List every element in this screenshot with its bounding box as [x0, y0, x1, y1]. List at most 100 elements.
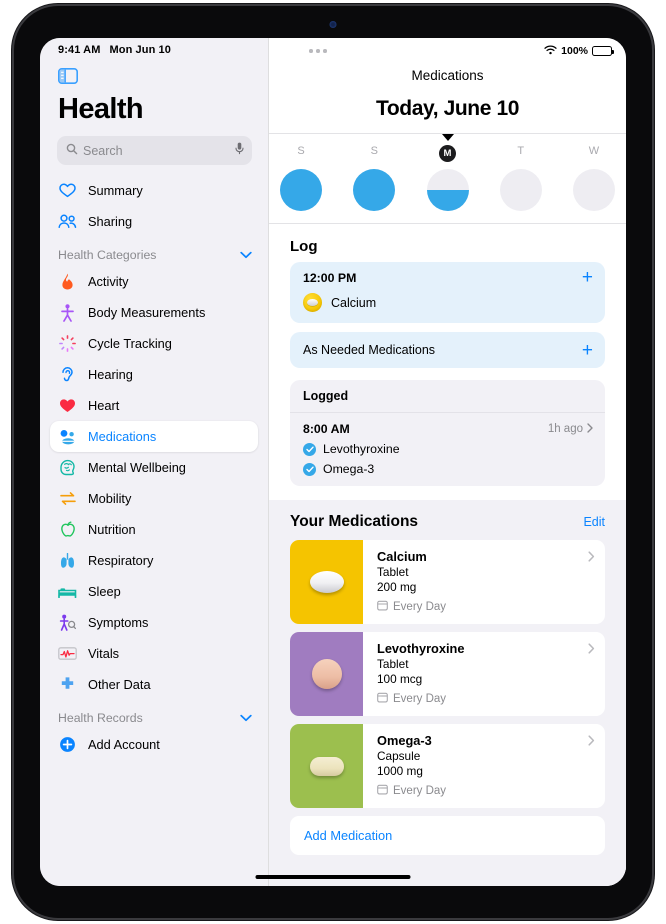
sidebar-item-add-account[interactable]: Add Account	[50, 729, 258, 760]
plus-cross-icon	[58, 675, 77, 694]
sidebar-item-label: Sleep	[88, 584, 121, 599]
day-progress-cell[interactable]	[489, 169, 553, 211]
flame-icon	[58, 272, 77, 291]
day-letter-label: S	[297, 145, 305, 157]
medication-dose: 200 mg	[377, 580, 417, 594]
sidebar-item-respiratory[interactable]: Respiratory	[50, 545, 258, 576]
logged-item-name: Omega-3	[323, 462, 375, 476]
edit-button[interactable]: Edit	[583, 515, 605, 529]
log-upcoming-card[interactable]: 12:00 PM + Calcium	[290, 262, 605, 323]
sidebar-item-cycle-tracking[interactable]: Cycle Tracking	[50, 328, 258, 359]
day-progress-circle	[499, 169, 542, 211]
sidebar-item-activity[interactable]: Activity	[50, 266, 258, 297]
medication-row[interactable]: Omega-3 Capsule 1000 mg Every Day	[290, 724, 605, 808]
lungs-icon	[58, 551, 77, 570]
logged-body[interactable]: 8:00 AM 1h ago Levothyroxine Omega-3	[290, 413, 605, 486]
sidebar-item-label: Vitals	[88, 646, 120, 661]
sidebar-item-vitals[interactable]: Vitals	[50, 638, 258, 669]
medication-name: Omega-3	[377, 733, 432, 748]
sidebar-item-nutrition[interactable]: Nutrition	[50, 514, 258, 545]
search-container: Search	[40, 136, 268, 165]
day-letter[interactable]: S	[342, 145, 406, 162]
logged-time-label: 8:00 AM	[303, 422, 350, 436]
log-time-label: 12:00 PM	[303, 271, 357, 285]
as-needed-card[interactable]: As Needed Medications +	[290, 332, 605, 368]
calendar-icon	[377, 692, 388, 706]
sidebar-item-label: Respiratory	[88, 553, 154, 568]
sidebar-item-sleep[interactable]: Sleep	[50, 576, 258, 607]
day-progress-circle	[426, 169, 469, 211]
page-nav-title: Medications	[411, 68, 484, 83]
day-progress-cell[interactable]	[416, 169, 480, 211]
chevron-right-icon	[588, 734, 595, 749]
sidebar: 9:41 AM Mon Jun 10 Health Search Summary…	[40, 38, 269, 886]
search-input[interactable]: Search	[57, 136, 252, 165]
day-letter-selected[interactable]: M	[416, 145, 480, 162]
sidebar-item-heart[interactable]: Heart	[50, 390, 258, 421]
sidebar-item-hearing[interactable]: Hearing	[50, 359, 258, 390]
mobility-arrows-icon	[58, 489, 77, 508]
medication-row[interactable]: Levothyroxine Tablet 100 mcg Every Day	[290, 632, 605, 716]
symptoms-icon	[58, 613, 77, 632]
medication-swatch	[290, 724, 363, 808]
wifi-icon	[544, 45, 557, 58]
day-letter[interactable]: T	[489, 145, 553, 162]
search-placeholder: Search	[83, 143, 123, 158]
day-letter-label: T	[517, 145, 525, 157]
sidebar-item-label: Heart	[88, 398, 120, 413]
day-letter[interactable]: S	[269, 145, 333, 162]
home-indicator[interactable]	[255, 874, 411, 879]
waveform-icon	[58, 644, 77, 663]
health-records-header[interactable]: Health Records	[40, 700, 268, 729]
chevron-down-icon[interactable]	[240, 248, 252, 262]
sidebar-item-mobility[interactable]: Mobility	[50, 483, 258, 514]
check-circle-icon	[303, 462, 316, 476]
chevron-down-icon[interactable]	[240, 711, 252, 725]
sidebar-nav-records: Add Account	[40, 729, 268, 760]
chevron-right-icon	[587, 422, 593, 436]
log-medication-name: Calcium	[331, 295, 377, 310]
ipad-device-frame: 9:41 AM Mon Jun 10 Health Search Summary…	[14, 6, 652, 918]
medication-swatch	[290, 632, 363, 716]
app-title: Health	[58, 93, 144, 125]
as-needed-add-button[interactable]: +	[582, 341, 593, 360]
date-strip: S S M T W	[269, 133, 626, 224]
sidebar-item-mental-wellbeing[interactable]: Mental Wellbeing	[50, 452, 258, 483]
medication-form: Tablet	[377, 657, 409, 671]
your-medications-title: Your Medications	[290, 513, 419, 530]
day-letter-label: S	[370, 145, 378, 157]
medication-dose: 1000 mg	[377, 764, 423, 778]
health-categories-header[interactable]: Health Categories	[40, 237, 268, 266]
more-dots-icon[interactable]	[309, 49, 327, 53]
sidebar-item-label: Symptoms	[88, 615, 149, 630]
logged-ago[interactable]: 1h ago	[547, 422, 593, 436]
add-medication-button[interactable]: Add Medication	[290, 816, 605, 855]
day-progress-cell[interactable]	[269, 169, 333, 211]
cycle-icon	[58, 334, 77, 353]
day-progress-cell[interactable]	[562, 169, 626, 211]
logged-item: Levothyroxine	[303, 436, 593, 456]
sidebar-item-label: Other Data	[88, 677, 151, 692]
plus-circle-icon	[58, 735, 77, 754]
log-add-button[interactable]: +	[582, 268, 593, 287]
day-progress-cell[interactable]	[342, 169, 406, 211]
day-letter[interactable]: W	[562, 145, 626, 162]
sidebar-item-other-data[interactable]: Other Data	[50, 669, 258, 700]
sidebar-item-medications[interactable]: Medications	[50, 421, 258, 452]
medication-dose: 100 mcg	[377, 672, 423, 686]
tablet-pill-icon	[303, 293, 322, 312]
sidebar-toggle-button[interactable]	[40, 56, 268, 84]
content-scroll-area[interactable]: Log 12:00 PM + Calcium As Needed Medicat…	[269, 224, 626, 886]
people-icon	[58, 212, 77, 231]
medication-row[interactable]: Calcium Tablet 200 mg Every Day	[290, 540, 605, 624]
logged-ago-label: 1h ago	[547, 423, 583, 435]
sidebar-item-symptoms[interactable]: Symptoms	[50, 607, 258, 638]
microphone-icon[interactable]	[235, 142, 244, 160]
sidebar-item-summary[interactable]: Summary	[50, 175, 258, 206]
health-categories-label: Health Categories	[58, 248, 157, 262]
ear-icon	[58, 365, 77, 384]
status-bar-right: 100%	[269, 38, 626, 60]
pills-icon	[58, 427, 77, 446]
sidebar-item-sharing[interactable]: Sharing	[50, 206, 258, 237]
sidebar-item-body-measurements[interactable]: Body Measurements	[50, 297, 258, 328]
